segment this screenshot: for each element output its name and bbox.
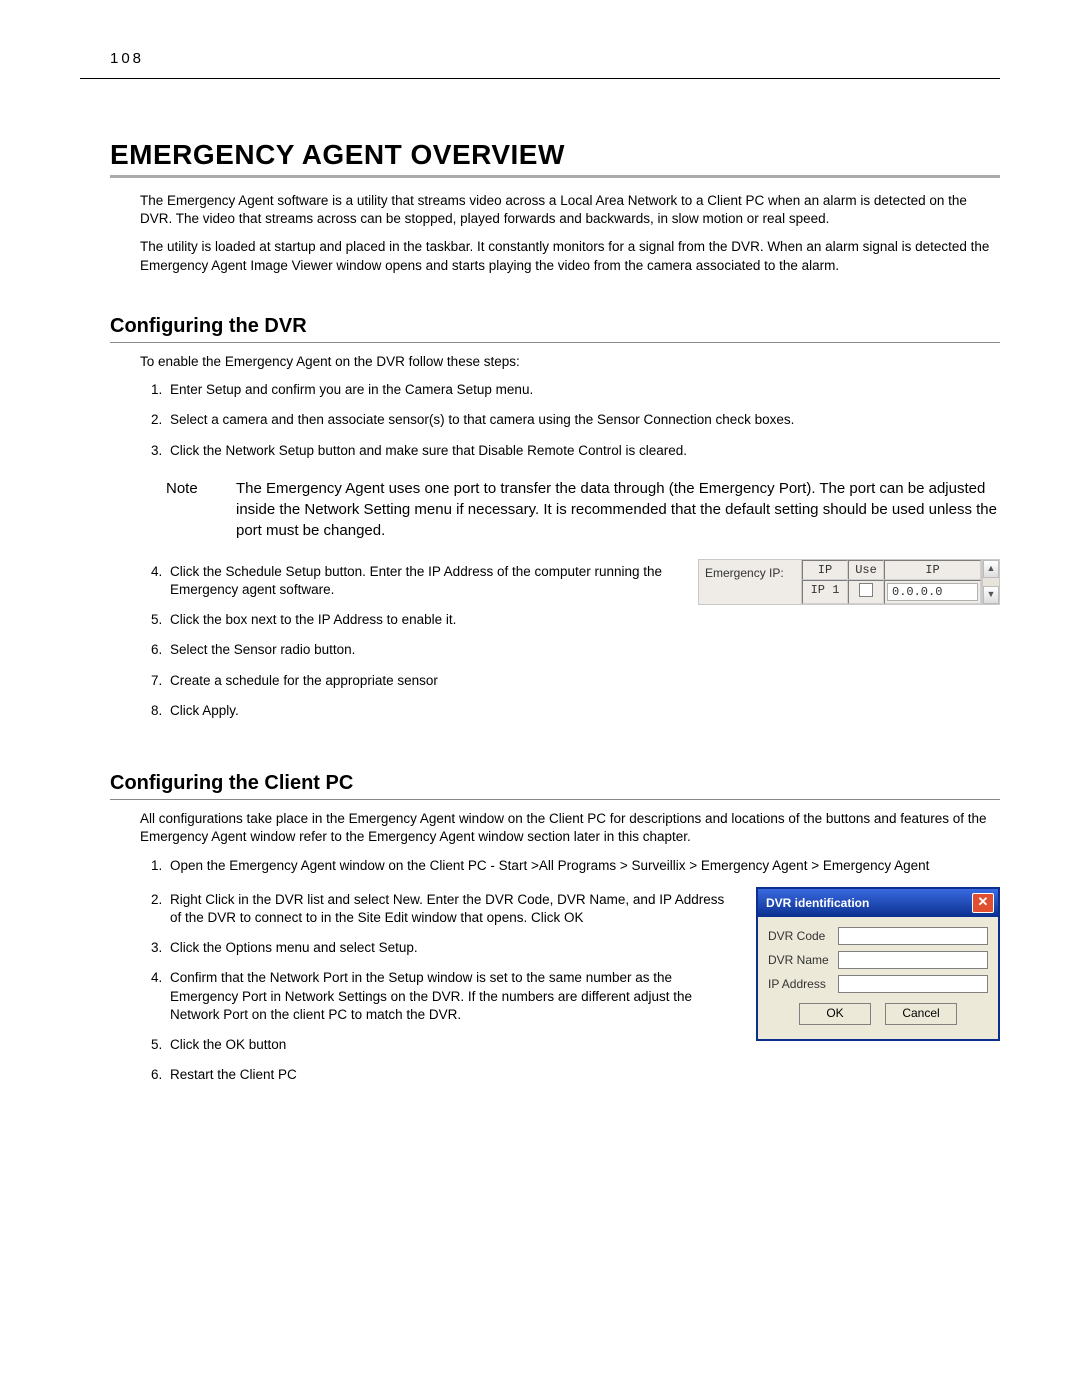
cancel-button[interactable]: Cancel [885, 1003, 957, 1025]
scroll-down-icon[interactable]: ▼ [983, 586, 999, 604]
ip-address-field[interactable] [838, 975, 988, 993]
list-item: Restart the Client PC [166, 1066, 738, 1084]
grid-row-iplabel: IP 1 [802, 580, 848, 604]
emergency-ip-screenshot: Emergency IP: IP Use IP IP 1 [698, 559, 1000, 605]
dvr-identification-dialog: DVR identification ✕ DVR Code DVR Name [756, 887, 1000, 1041]
grid-header-use: Use [848, 560, 884, 580]
intro-paragraph-1: The Emergency Agent software is a utilit… [140, 192, 1000, 228]
dvr-lead: To enable the Emergency Agent on the DVR… [140, 353, 1000, 371]
note-block: Note The Emergency Agent uses one port t… [166, 478, 1000, 541]
intro-paragraph-2: The utility is loaded at startup and pla… [140, 238, 1000, 274]
dvr-steps-a: Enter Setup and confirm you are in the C… [140, 381, 1000, 460]
grid-row-use-checkbox[interactable] [848, 580, 884, 604]
grid-header-ip: IP [802, 560, 848, 580]
list-item: Create a schedule for the appropriate se… [166, 672, 680, 690]
pc-heading: Configuring the Client PC [110, 772, 1000, 795]
list-item: Right Click in the DVR list and select N… [166, 891, 738, 927]
ok-button[interactable]: OK [799, 1003, 871, 1025]
dvr-steps-b: Click the Schedule Setup button. Enter t… [140, 563, 680, 720]
list-item: Select the Sensor radio button. [166, 641, 680, 659]
page: 108 Emergency Agent Overview The Emergen… [0, 0, 1080, 1397]
list-item: Click the Network Setup button and make … [166, 442, 1000, 460]
dialog-titlebar[interactable]: DVR identification ✕ [758, 889, 998, 917]
dvr-heading-rule [110, 342, 1000, 343]
emergency-ip-grid: IP Use IP IP 1 0.0.0.0 [801, 560, 982, 604]
page-content: Emergency Agent Overview The Emergency A… [110, 139, 1000, 1096]
list-item: Click the OK button [166, 1036, 738, 1054]
pc-steps-a: Open the Emergency Agent window on the C… [140, 857, 1000, 875]
grid-header-ip2: IP [884, 560, 981, 580]
pc-heading-rule [110, 799, 1000, 800]
list-item: Click the Schedule Setup button. Enter t… [166, 563, 680, 599]
dvr-heading: Configuring the DVR [110, 315, 1000, 338]
checkbox-icon[interactable] [859, 583, 873, 597]
grid-row-ipvalue[interactable]: 0.0.0.0 [887, 583, 978, 601]
dvr-name-field[interactable] [838, 951, 988, 969]
dvr-second-steps-row: Click the Schedule Setup button. Enter t… [110, 559, 1000, 732]
list-item: Click the box next to the IP Address to … [166, 611, 680, 629]
note-body: The Emergency Agent uses one port to tra… [236, 478, 1000, 541]
list-item: Enter Setup and confirm you are in the C… [166, 381, 1000, 399]
note-label: Note [166, 478, 236, 541]
list-item: Click the Options menu and select Setup. [166, 939, 738, 957]
list-item: Click Apply. [166, 702, 680, 720]
dvr-code-field[interactable] [838, 927, 988, 945]
main-heading: Emergency Agent Overview [110, 139, 1000, 171]
scroll-up-icon[interactable]: ▲ [983, 560, 999, 578]
page-header: 108 [80, 50, 1000, 79]
heading-rule [110, 175, 1000, 178]
page-number: 108 [110, 50, 144, 67]
dialog-title: DVR identification [766, 896, 869, 910]
pc-lead: All configurations take place in the Eme… [140, 810, 1000, 846]
dvr-name-label: DVR Name [768, 953, 838, 967]
emergency-ip-label: Emergency IP: [699, 560, 801, 604]
dvr-code-label: DVR Code [768, 929, 838, 943]
ip-address-label: IP Address [768, 977, 838, 991]
pc-second-steps-row: Right Click in the DVR list and select N… [110, 887, 1000, 1097]
list-item: Open the Emergency Agent window on the C… [166, 857, 1000, 875]
pc-steps-b: Right Click in the DVR list and select N… [140, 891, 738, 1085]
close-icon[interactable]: ✕ [972, 893, 994, 913]
grid-scrollbar[interactable]: ▲ ▼ [982, 560, 999, 604]
list-item: Select a camera and then associate senso… [166, 411, 1000, 429]
list-item: Confirm that the Network Port in the Set… [166, 969, 738, 1024]
